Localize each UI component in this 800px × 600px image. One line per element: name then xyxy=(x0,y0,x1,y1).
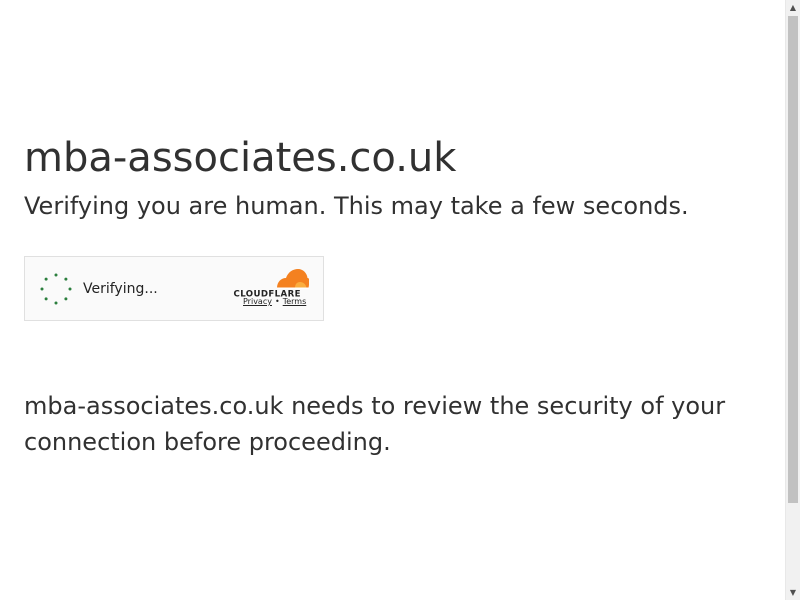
verifying-status: Verifying... xyxy=(83,281,158,297)
cloudflare-logo: CLOUDFLARE xyxy=(234,269,309,298)
privacy-link[interactable]: Privacy xyxy=(243,297,272,306)
turnstile-widget[interactable]: Verifying... CLOUDFLARE Privacy • Terms xyxy=(24,256,324,321)
scroll-down-arrow-icon[interactable]: ▼ xyxy=(786,585,800,600)
link-separator: • xyxy=(274,297,280,306)
scrollbar-thumb[interactable] xyxy=(788,16,798,503)
verification-subtitle: Verifying you are human. This may take a… xyxy=(24,192,689,220)
vertical-scrollbar[interactable]: ▲ ▼ xyxy=(785,0,800,600)
site-title: mba-associates.co.uk xyxy=(24,135,457,181)
widget-links: Privacy • Terms xyxy=(243,297,306,307)
scroll-up-arrow-icon[interactable]: ▲ xyxy=(786,0,800,15)
security-review-message: mba-associates.co.uk needs to review the… xyxy=(24,392,726,456)
terms-link[interactable]: Terms xyxy=(283,297,307,306)
loading-spinner-icon xyxy=(40,273,72,305)
